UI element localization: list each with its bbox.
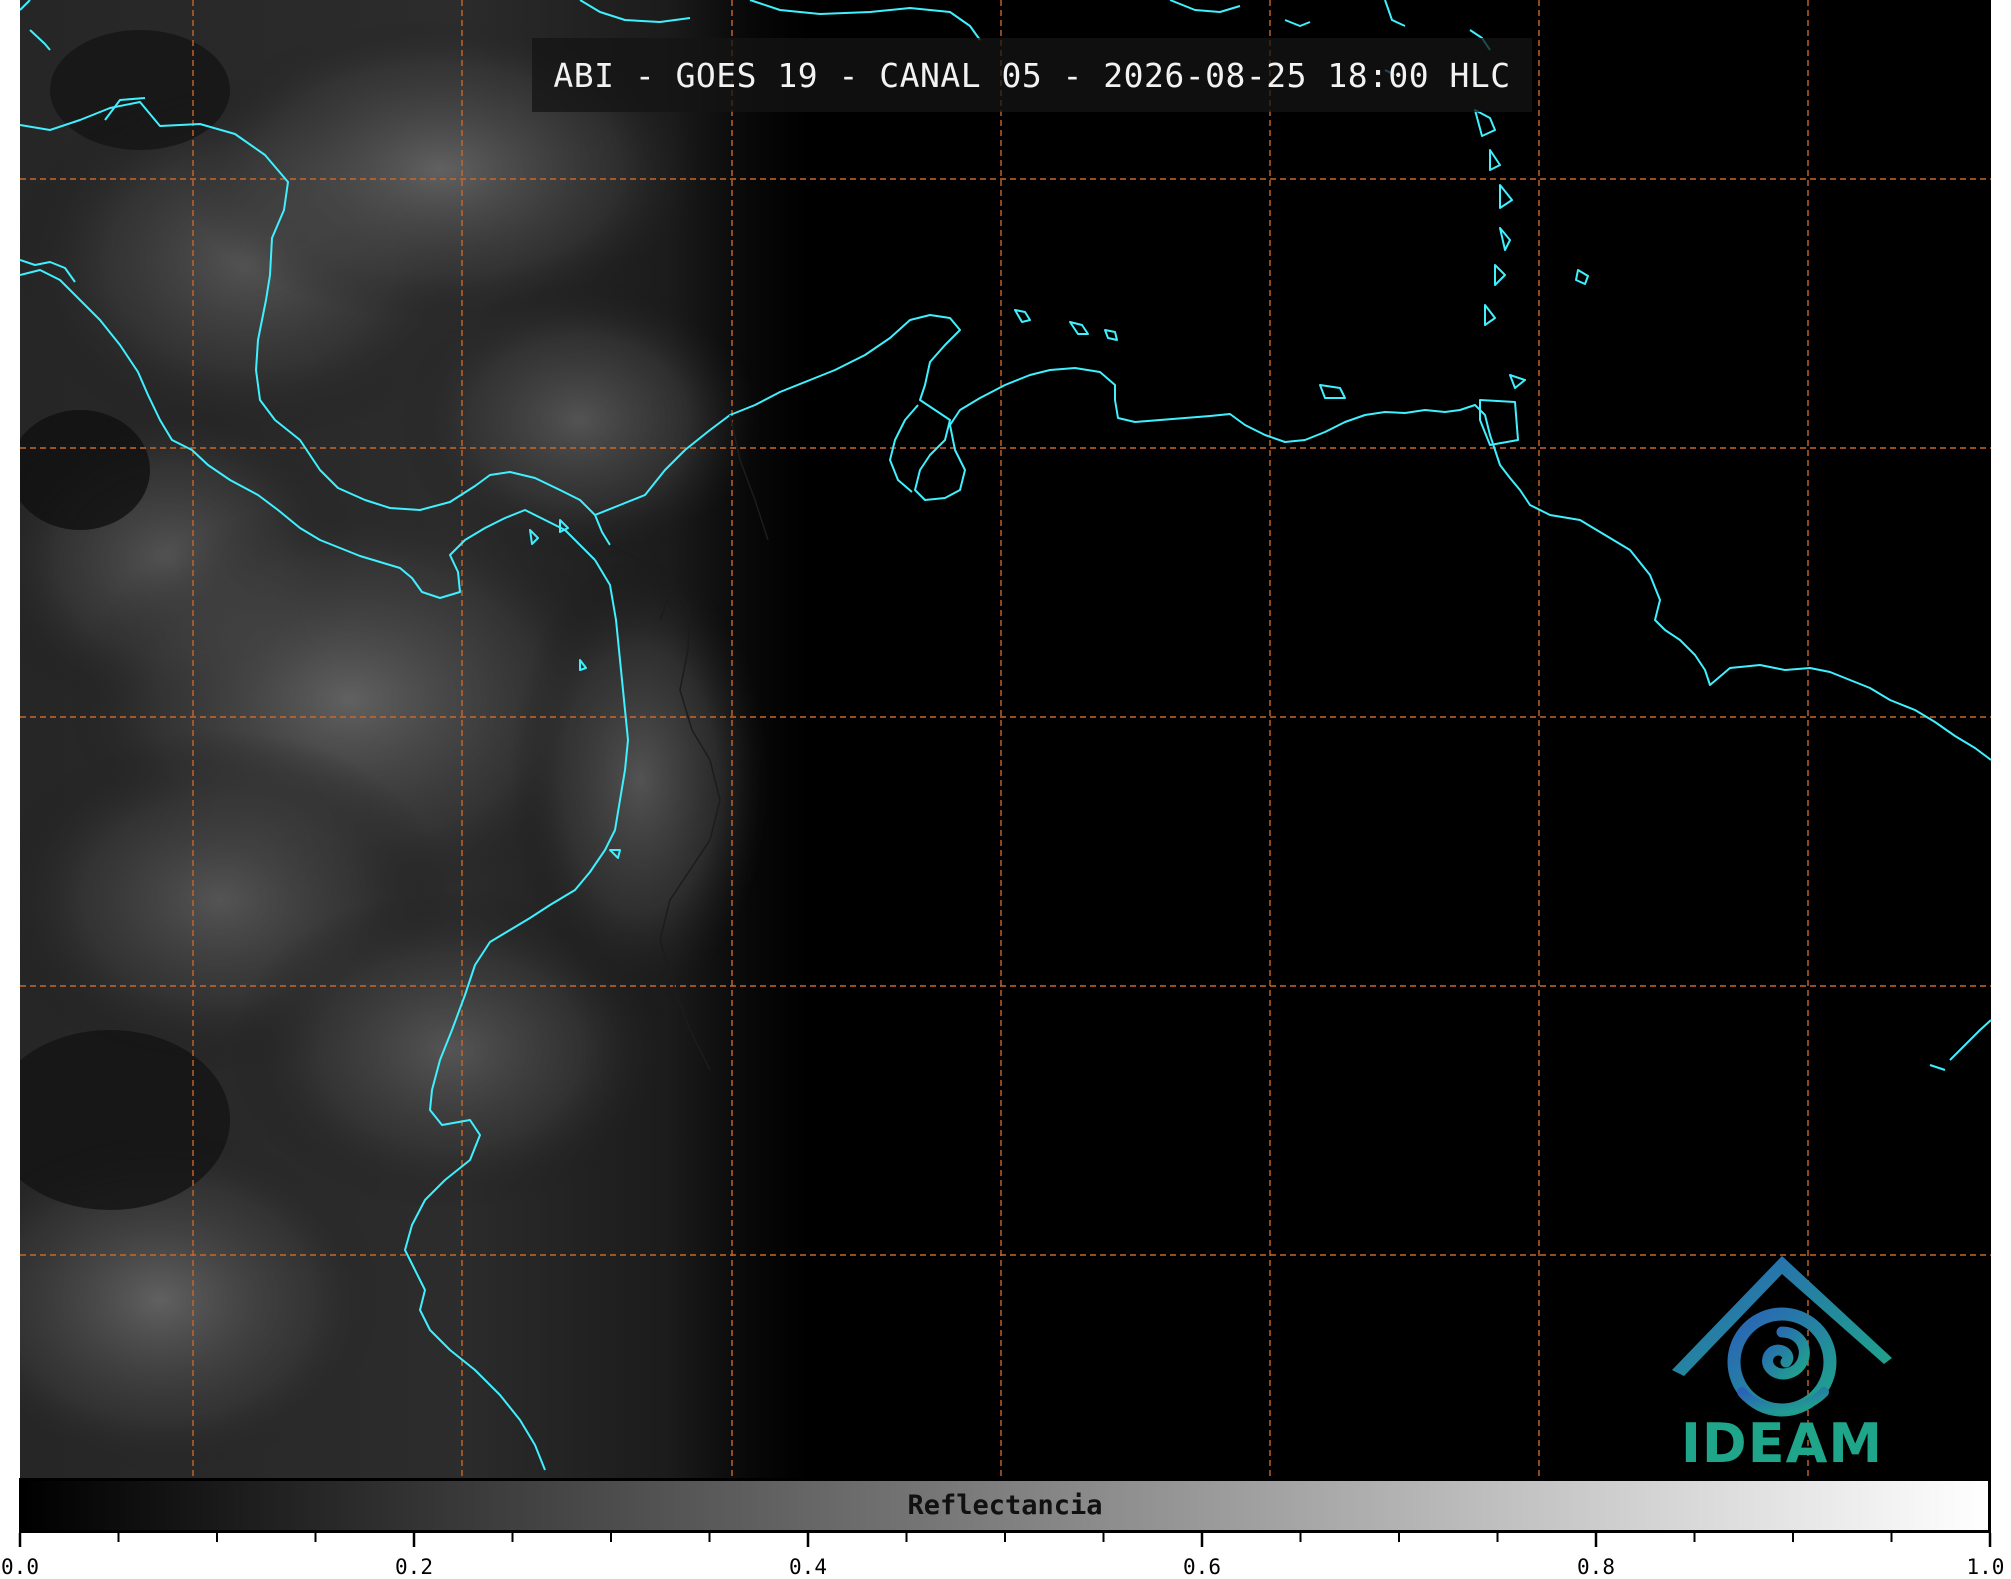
colorbar-label: Reflectancia xyxy=(907,1490,1103,1521)
colorbar-ticks: 0.0 0.2 0.4 0.6 0.8 1.0 xyxy=(0,1533,2011,1579)
tick-label: 0.8 xyxy=(1577,1555,1615,1579)
tick-marks xyxy=(18,1533,1992,1547)
satellite-map[interactable]: ABI - GOES 19 - CANAL 05 - 2026-08-25 18… xyxy=(20,0,1991,1478)
ideam-logo: IDEAM xyxy=(1662,1252,1902,1475)
logo-text: IDEAM xyxy=(1680,1412,1884,1475)
tick-label: 0.2 xyxy=(395,1555,433,1579)
tick-label: 1.0 xyxy=(1966,1555,2005,1579)
colorbar: Reflectancia xyxy=(19,1478,1991,1533)
ideam-swirl-roof-icon xyxy=(1672,1256,1892,1417)
tick-label: 0.0 xyxy=(1,1555,39,1579)
tick-label: 0.6 xyxy=(1183,1555,1221,1579)
title-box: ABI - GOES 19 - CANAL 05 - 2026-08-25 18… xyxy=(532,38,1532,112)
map-title: ABI - GOES 19 - CANAL 05 - 2026-08-25 18… xyxy=(553,55,1511,95)
tick-label: 0.4 xyxy=(789,1555,827,1579)
